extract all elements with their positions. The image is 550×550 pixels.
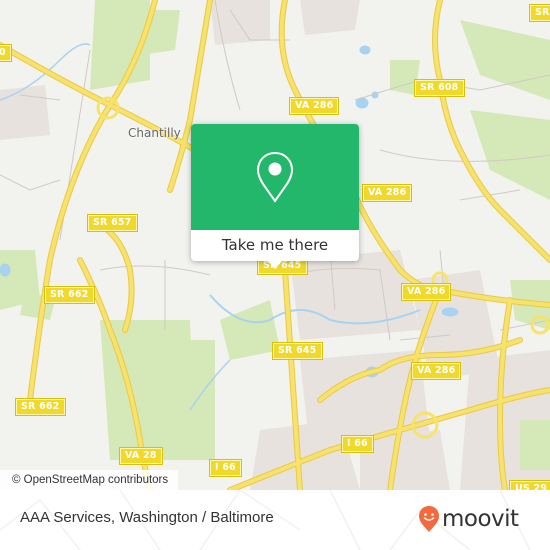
take-me-there-button[interactable]: Take me there [191,230,359,261]
road-shield-sr662: SR 662 [44,286,95,304]
road-shield-sr662: SR 662 [15,398,66,416]
road-shield-us29: US 29 [508,480,550,490]
map-attribution[interactable]: © OpenStreetMap contributors [0,470,179,490]
road-shield-va286: VA 286 [288,97,340,115]
road-shield-i66: I 66 [209,459,242,477]
popup-header [191,124,359,230]
location-pin-icon [256,151,294,203]
attribution-text: © OpenStreetMap contributors [12,474,169,486]
road-shield-sr608: SR 608 [414,79,465,97]
road-shield-edge: 0 [0,44,12,62]
road-shield-i66: I 66 [341,435,374,453]
moovit-logo[interactable]: moovit [418,503,519,535]
moovit-wordmark: moovit [442,506,519,532]
road-shield-sr645: SR 645 [272,342,323,360]
popup-pointer [267,260,283,269]
footer-bar: AAA Services, Washington / Baltimore moo… [0,490,550,550]
road-shield-edge: SR [529,4,550,22]
road-shield-va286: VA 286 [410,362,462,380]
moovit-pin-face-icon [419,506,439,532]
map-view[interactable]: Chantilly SR 608 VA 286 VA 286 VA 286 VA… [0,0,550,490]
road-shield-va286: VA 286 [361,184,413,202]
road-shield-va28: VA 28 [119,447,163,465]
road-shield-va286: VA 286 [400,283,452,301]
location-popup: Take me there [191,124,359,269]
place-label-chantilly: Chantilly [128,126,181,140]
road-shield-sr657: SR 657 [87,214,138,232]
place-title: AAA Services, Washington / Baltimore [20,509,274,526]
